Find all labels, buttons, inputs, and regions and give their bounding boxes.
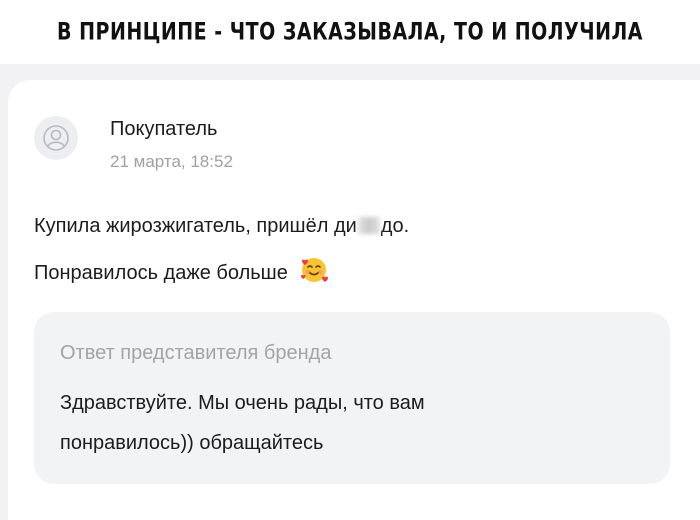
user-avatar-icon bbox=[34, 116, 78, 160]
brand-reply-text-line-1: Здравствуйте. Мы очень рады, что вам bbox=[60, 392, 425, 414]
review-text-part: Понравилось даже больше bbox=[34, 262, 288, 284]
meme-caption-bar: В ПРИНЦИПЕ - ЧТО ЗАКАЗЫВАЛА, ТО И ПОЛУЧИ… bbox=[0, 0, 700, 64]
brand-reply-text-line-2: понравилось)) обращайтесь bbox=[60, 432, 324, 454]
review-text-line-2: Понравилось даже больше bbox=[34, 255, 329, 291]
review-author: Покупатель bbox=[110, 118, 218, 140]
meme-caption: В ПРИНЦИПЕ - ЧТО ЗАКАЗЫВАЛА, ТО И ПОЛУЧИ… bbox=[57, 18, 643, 46]
review-text-line-1: Купила жирозжигатель, пришёл ди до. bbox=[34, 215, 409, 238]
smiling-face-with-hearts-emoji-icon bbox=[299, 255, 329, 291]
review-text-part: Купила жирозжигатель, пришёл ди bbox=[34, 215, 357, 237]
review-date: 21 марта, 18:52 bbox=[110, 152, 233, 171]
brand-reply-box: Ответ представителя бренда Здравствуйте.… bbox=[34, 312, 670, 484]
censor-blur bbox=[357, 217, 380, 234]
review-text-part: до. bbox=[380, 215, 410, 237]
brand-reply-title: Ответ представителя бренда bbox=[60, 342, 332, 364]
